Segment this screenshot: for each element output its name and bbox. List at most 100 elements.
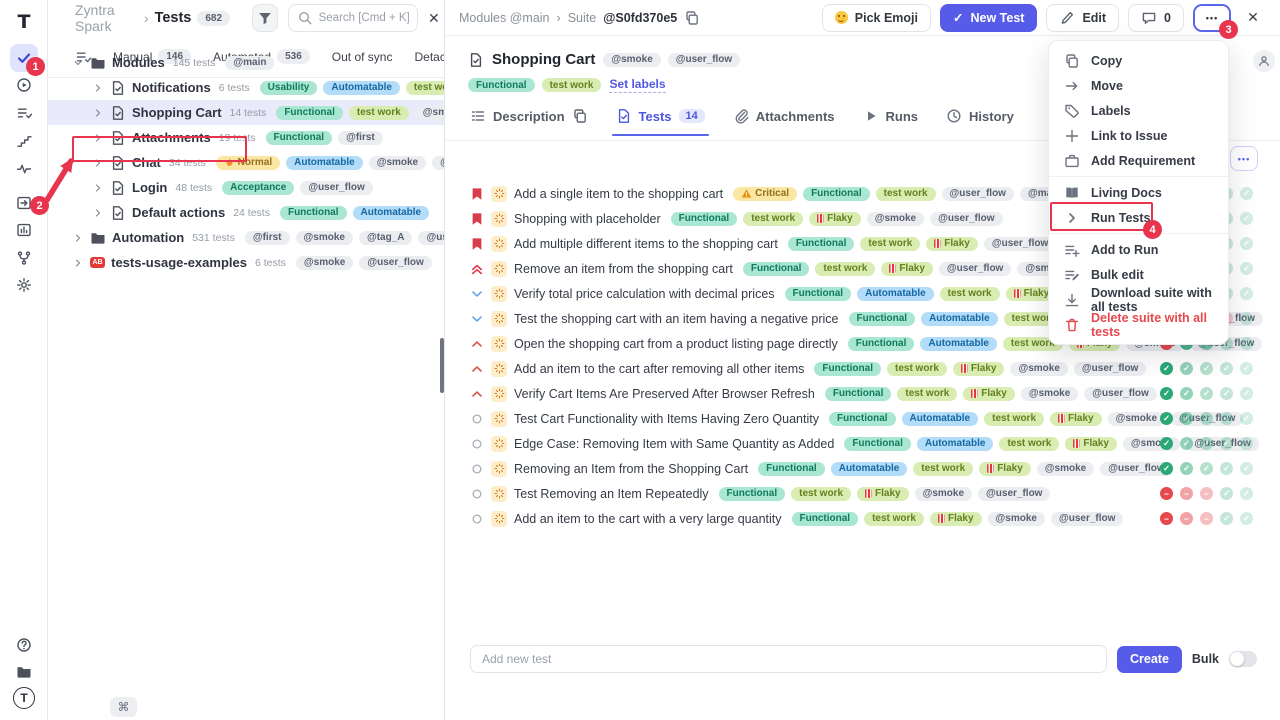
status-dot-pass[interactable]: ✓ bbox=[1220, 487, 1233, 500]
sidebar-item-branch[interactable] bbox=[12, 246, 36, 270]
breadcrumb-section[interactable]: Tests bbox=[155, 10, 192, 26]
status-dot-pass[interactable]: ✓ bbox=[1160, 437, 1173, 450]
status-dot-pass[interactable]: ✓ bbox=[1160, 387, 1173, 400]
test-row[interactable]: Verify Cart Items Are Preserved After Br… bbox=[445, 381, 1280, 406]
test-row[interactable]: Test Removing an Item RepeatedlyFunction… bbox=[445, 481, 1280, 506]
menu-item-move[interactable]: Move bbox=[1049, 73, 1228, 98]
status-dot-pass[interactable]: ✓ bbox=[1180, 387, 1193, 400]
chevron-right-icon[interactable] bbox=[72, 232, 84, 244]
chevron-right-icon[interactable] bbox=[92, 82, 104, 94]
status-dot-pass[interactable]: ✓ bbox=[1180, 362, 1193, 375]
test-title[interactable]: Add an item to the cart after removing a… bbox=[514, 362, 804, 376]
test-title[interactable]: Edge Case: Removing Item with Same Quant… bbox=[514, 437, 834, 451]
status-dot-pass[interactable]: ✓ bbox=[1200, 462, 1213, 475]
status-dot-pass[interactable]: ✓ bbox=[1220, 462, 1233, 475]
sidebar-item-list-check[interactable] bbox=[12, 101, 36, 125]
list-more-button[interactable]: ••• bbox=[1230, 146, 1258, 171]
status-dot-pass[interactable]: ✓ bbox=[1240, 362, 1253, 375]
test-title[interactable]: Test Removing an Item Repeatedly bbox=[514, 487, 709, 501]
status-dot-fail[interactable]: − bbox=[1200, 487, 1213, 500]
menu-item-add-requirement[interactable]: Add Requirement bbox=[1049, 148, 1228, 173]
status-dot-pass[interactable]: ✓ bbox=[1240, 387, 1253, 400]
status-dot-pass[interactable]: ✓ bbox=[1180, 412, 1193, 425]
menu-item-copy[interactable]: Copy bbox=[1049, 48, 1228, 73]
create-test-button[interactable]: Create bbox=[1117, 646, 1182, 673]
chevron-right-icon[interactable] bbox=[72, 257, 84, 269]
breadcrumb-project[interactable]: Zyntra Spark bbox=[75, 2, 138, 34]
tree-item-notifications[interactable]: Notifications6 testsUsabilityAutomatable… bbox=[48, 75, 444, 100]
status-dot-pass[interactable]: ✓ bbox=[1240, 312, 1253, 325]
status-dot-fail[interactable]: − bbox=[1160, 487, 1173, 500]
chevron-right-icon[interactable] bbox=[92, 207, 104, 219]
status-dot-pass[interactable]: ✓ bbox=[1240, 187, 1253, 200]
test-title[interactable]: Verify total price calculation with deci… bbox=[514, 287, 775, 301]
test-row[interactable]: Add an item to the cart with a very larg… bbox=[445, 506, 1280, 531]
status-dot-pass[interactable]: ✓ bbox=[1160, 462, 1173, 475]
status-dot-pass[interactable]: ✓ bbox=[1200, 387, 1213, 400]
tree-item-tests-usage-examples[interactable]: ABtests-usage-examples6 tests@smoke@user… bbox=[48, 250, 444, 275]
sidebar-item-folder-solid[interactable] bbox=[12, 660, 36, 684]
status-dot-pass[interactable]: ✓ bbox=[1240, 212, 1253, 225]
status-dot-pass[interactable]: ✓ bbox=[1240, 487, 1253, 500]
menu-item-bulk-edit[interactable]: Bulk edit bbox=[1049, 262, 1228, 287]
tab-description[interactable]: Description bbox=[470, 108, 588, 134]
menu-item-run-tests[interactable]: Run Tests4 bbox=[1049, 205, 1228, 230]
tab-tests[interactable]: Tests14 bbox=[616, 108, 705, 134]
status-dot-pass[interactable]: ✓ bbox=[1160, 412, 1173, 425]
test-row[interactable]: Removing an Item from the Shopping CartF… bbox=[445, 456, 1280, 481]
test-title[interactable]: Shopping with placeholder bbox=[514, 212, 661, 226]
copy-icon[interactable] bbox=[684, 10, 700, 26]
status-dot-pass[interactable]: ✓ bbox=[1240, 512, 1253, 525]
status-dot-pass[interactable]: ✓ bbox=[1160, 362, 1173, 375]
test-row[interactable]: Test Cart Functionality with Items Havin… bbox=[445, 406, 1280, 431]
sidebar-item-stairs[interactable] bbox=[12, 129, 36, 153]
close-search-button[interactable]: ✕ bbox=[424, 5, 444, 31]
sidebar-item-logo-circle[interactable]: T bbox=[12, 686, 36, 710]
menu-item-delete-suite-with-all-tests[interactable]: Delete suite with all tests bbox=[1049, 312, 1228, 337]
pick-emoji-button[interactable]: Pick Emoji bbox=[822, 4, 931, 32]
tab-history[interactable]: History bbox=[946, 108, 1014, 134]
tree-scrollbar[interactable] bbox=[440, 338, 444, 393]
edit-button[interactable]: Edit bbox=[1046, 4, 1119, 32]
status-dot-fail[interactable]: − bbox=[1180, 487, 1193, 500]
tree-item-shopping-cart[interactable]: Shopping Cart14 testsFunctionaltest work… bbox=[48, 100, 444, 125]
test-title[interactable]: Remove an item from the shopping cart bbox=[514, 262, 733, 276]
status-dot-pass[interactable]: ✓ bbox=[1220, 387, 1233, 400]
avatar[interactable] bbox=[1253, 50, 1275, 72]
menu-item-download-suite-with-all-tests[interactable]: Download suite with all tests bbox=[1049, 287, 1228, 312]
status-dot-pass[interactable]: ✓ bbox=[1180, 437, 1193, 450]
status-dot-pass[interactable]: ✓ bbox=[1200, 412, 1213, 425]
test-title[interactable]: Add an item to the cart with a very larg… bbox=[514, 512, 782, 526]
status-dot-pass[interactable]: ✓ bbox=[1220, 512, 1233, 525]
sidebar-item-gear[interactable] bbox=[12, 273, 36, 297]
menu-item-link-to-issue[interactable]: Link to Issue bbox=[1049, 123, 1228, 148]
tree-item-automation[interactable]: Automation531 tests@first@smoke@tag_A@us… bbox=[48, 225, 444, 250]
test-title[interactable]: Verify Cart Items Are Preserved After Br… bbox=[514, 387, 815, 401]
status-dot-pass[interactable]: ✓ bbox=[1220, 412, 1233, 425]
sidebar-item-bar-chart[interactable] bbox=[12, 218, 36, 242]
test-title[interactable]: Add multiple different items to the shop… bbox=[514, 237, 778, 251]
sidebar-item-pulse[interactable] bbox=[12, 157, 36, 181]
test-title[interactable]: Test Cart Functionality with Items Havin… bbox=[514, 412, 819, 426]
tab-attachments[interactable]: Attachments bbox=[733, 108, 835, 134]
test-title[interactable]: Open the shopping cart from a product li… bbox=[514, 337, 838, 351]
chevron-right-icon[interactable] bbox=[92, 182, 104, 194]
status-dot-pass[interactable]: ✓ bbox=[1240, 287, 1253, 300]
menu-item-labels[interactable]: Labels bbox=[1049, 98, 1228, 123]
sidebar-item-play-circle[interactable] bbox=[12, 73, 36, 97]
status-dot-pass[interactable]: ✓ bbox=[1240, 237, 1253, 250]
bulk-toggle[interactable] bbox=[1229, 651, 1257, 667]
status-dot-fail[interactable]: − bbox=[1180, 512, 1193, 525]
status-dot-pass[interactable]: ✓ bbox=[1220, 362, 1233, 375]
tree-item-modules[interactable]: Modules145 tests@main bbox=[48, 50, 444, 75]
status-dot-pass[interactable]: ✓ bbox=[1240, 437, 1253, 450]
test-row[interactable]: Add an item to the cart after removing a… bbox=[445, 356, 1280, 381]
set-labels-link[interactable]: Set labels bbox=[609, 77, 665, 93]
test-title[interactable]: Test the shopping cart with an item havi… bbox=[514, 312, 839, 326]
test-title[interactable]: Removing an Item from the Shopping Cart bbox=[514, 462, 748, 476]
chevron-right-icon[interactable] bbox=[92, 107, 104, 119]
status-dot-pass[interactable]: ✓ bbox=[1240, 262, 1253, 275]
test-row[interactable]: Edge Case: Removing Item with Same Quant… bbox=[445, 431, 1280, 456]
tab-runs[interactable]: Runs bbox=[863, 108, 919, 134]
status-dot-pass[interactable]: ✓ bbox=[1240, 462, 1253, 475]
